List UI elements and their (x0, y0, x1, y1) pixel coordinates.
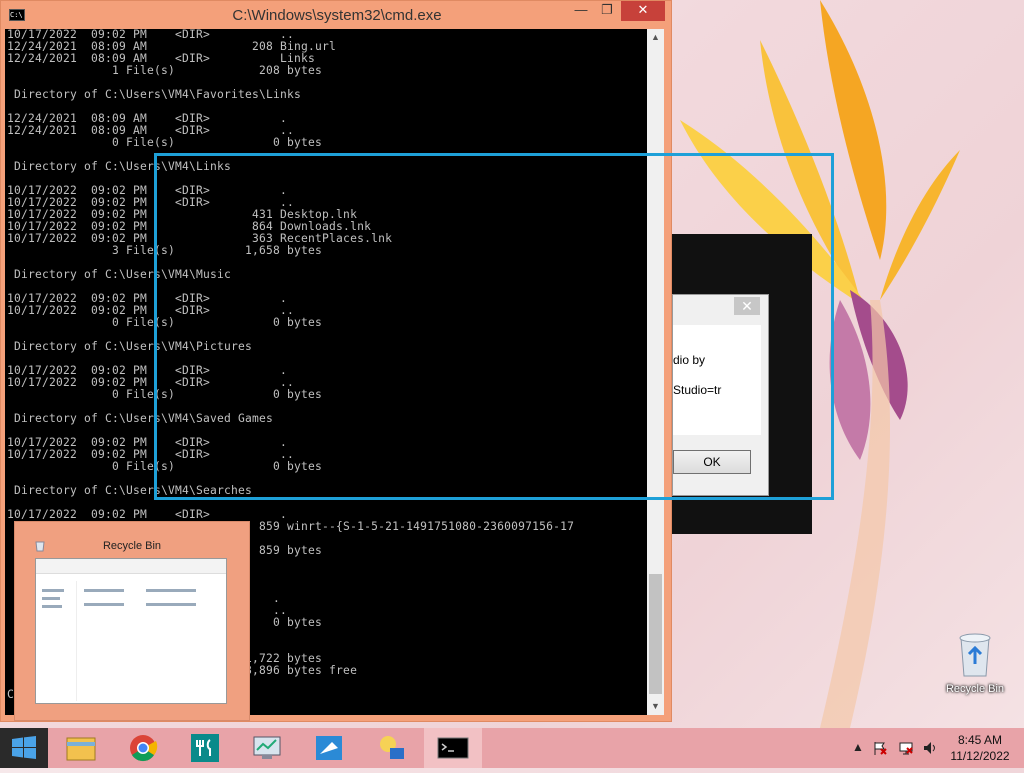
system-clock[interactable]: 8:45 AM 11/12/2022 (938, 732, 1022, 764)
volume-icon[interactable] (922, 740, 938, 756)
clock-time: 8:45 AM (957, 733, 1003, 747)
restore-button[interactable]: ❐ (593, 1, 621, 21)
cmd-titlebar[interactable]: C:\ C:\Windows\system32\cmd.exe — ❐ ✕ (1, 1, 673, 29)
preview-window-image (35, 558, 227, 704)
scroll-up-icon[interactable]: ▲ (647, 29, 664, 46)
action-center-flag-icon[interactable] (872, 740, 888, 756)
taskbar-monitor-app[interactable] (238, 728, 296, 768)
taskbar-messenger[interactable] (362, 728, 420, 768)
close-button[interactable]: ✕ (621, 1, 665, 21)
windows-start-icon (12, 736, 36, 759)
taskbar-cmd[interactable] (424, 728, 482, 768)
recycle-bin-label: Recycle Bin (945, 683, 1005, 695)
remote-desktop-icon (316, 736, 342, 760)
start-button[interactable] (0, 728, 48, 768)
clock-date: 11/12/2022 (950, 749, 1010, 763)
network-icon[interactable] (898, 740, 914, 756)
monitor-app-icon (253, 736, 281, 759)
preview-title: Recycle Bin (102, 540, 162, 552)
restaurant-app-icon (191, 734, 219, 762)
recycle-bin-icon (959, 633, 991, 677)
taskbar-restaurant-app[interactable] (176, 728, 234, 768)
taskbar-remote-desktop[interactable] (300, 728, 358, 768)
scroll-down-icon[interactable]: ▼ (647, 698, 664, 715)
scroll-thumb[interactable] (649, 574, 662, 694)
selection-highlight (154, 153, 834, 500)
show-hidden-icons-icon[interactable]: ▲ (852, 740, 864, 754)
taskbar-file-explorer[interactable] (52, 728, 110, 768)
thumbnail-preview[interactable]: Recycle Bin (14, 521, 250, 721)
minimize-icon: — (574, 2, 588, 17)
chrome-icon (130, 735, 158, 762)
minimize-button[interactable]: — (567, 1, 595, 21)
restore-icon: ❐ (601, 2, 613, 17)
taskbar-chrome[interactable] (114, 728, 172, 768)
file-explorer-icon (66, 737, 96, 761)
taskbar: ▲ 8:45 AM 11/12/2022 (0, 728, 1024, 768)
close-icon: ✕ (637, 2, 649, 17)
desktop-recycle-bin[interactable]: Recycle Bin (940, 630, 1010, 695)
messenger-icon (380, 736, 404, 759)
cmd-icon (437, 737, 469, 759)
